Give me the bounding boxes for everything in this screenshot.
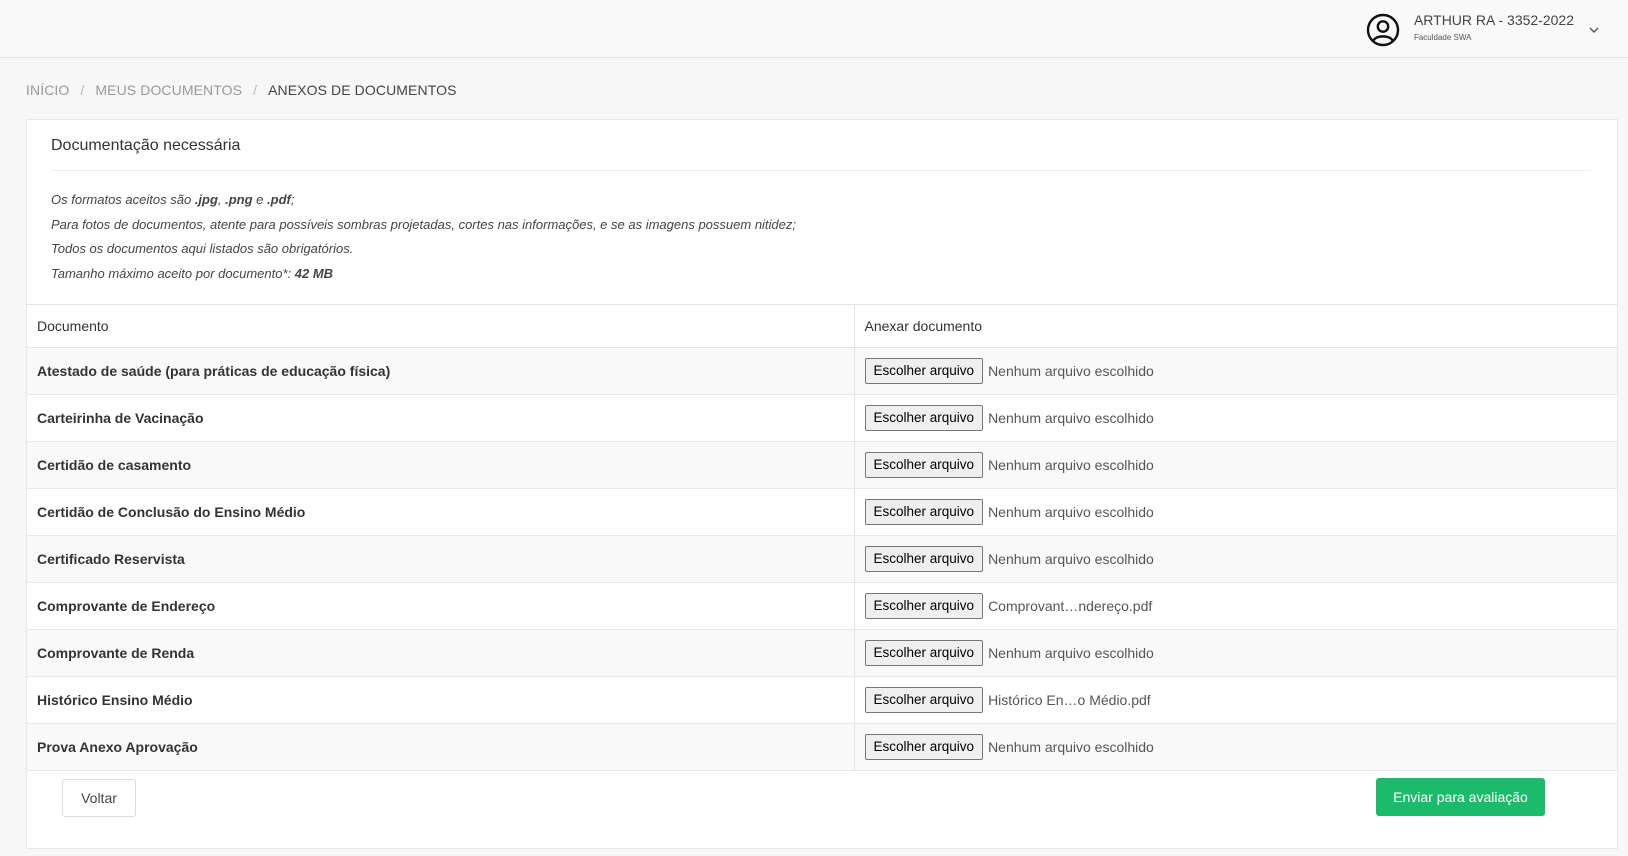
file-input[interactable]: Escolher arquivo Nenhum arquivo escolhido: [864, 640, 1608, 666]
file-input[interactable]: Escolher arquivo Nenhum arquivo escolhido: [864, 499, 1608, 525]
formats-text: Os formatos aceitos são: [51, 192, 195, 207]
table-row: Prova Anexo Aprovação Escolher arquivo Ne…: [27, 723, 1617, 771]
table-row: Certidão de casamento Escolher arquivo Ne…: [27, 441, 1617, 489]
file-name: Nenhum arquivo escolhido: [988, 504, 1154, 520]
choose-file-button[interactable]: Escolher arquivo: [864, 499, 984, 525]
document-name: Prova Anexo Aprovação: [27, 723, 855, 771]
breadcrumb: INÍCIO / MEUS DOCUMENTOS / ANEXOS DE DOC…: [26, 82, 457, 98]
file-input[interactable]: Escolher arquivo Histórico En…o Médio.pdf: [864, 687, 1608, 713]
format-pdf: .pdf: [267, 192, 291, 207]
formats-end: ;: [290, 192, 295, 207]
attach-cell: Escolher arquivo Nenhum arquivo escolhido: [854, 488, 1617, 536]
column-header-document: Documento: [27, 304, 855, 348]
file-input[interactable]: Escolher arquivo Comprovant…ndereço.pdf: [864, 593, 1608, 619]
file-input[interactable]: Escolher arquivo Nenhum arquivo escolhido: [864, 405, 1608, 431]
format-jpg: .jpg: [194, 192, 218, 207]
table-header-row: Documento Anexar documento: [27, 304, 1617, 348]
choose-file-button[interactable]: Escolher arquivo: [864, 452, 984, 478]
attach-cell: Escolher arquivo Histórico En…o Médio.pdf: [854, 676, 1617, 724]
file-input[interactable]: Escolher arquivo Nenhum arquivo escolhido: [864, 358, 1608, 384]
table-row: Certificado Reservista Escolher arquivo N…: [27, 535, 1617, 583]
choose-file-button[interactable]: Escolher arquivo: [864, 734, 984, 760]
choose-file-button[interactable]: Escolher arquivo: [864, 405, 984, 431]
breadcrumb-separator: /: [253, 82, 258, 98]
card-title: Documentação necessária: [51, 136, 1591, 171]
size-note: Tamanho máximo aceito por documento*: 42…: [51, 262, 1593, 287]
user-circle-icon: [1366, 13, 1400, 47]
table-row: Carteirinha de Vacinação Escolher arquiv…: [27, 394, 1617, 442]
documents-table: Documento Anexar documento Atestado de s…: [27, 304, 1617, 771]
user-menu[interactable]: ARTHUR RA - 3352-2022 Faculdade SWA: [1366, 10, 1600, 50]
file-name: Histórico En…o Médio.pdf: [988, 692, 1151, 708]
attach-cell: Escolher arquivo Comprovant…ndereço.pdf: [854, 582, 1617, 630]
attach-cell: Escolher arquivo Nenhum arquivo escolhido: [854, 723, 1617, 771]
document-name: Certificado Reservista: [27, 535, 855, 583]
table-row: Certidão de Conclusão do Ensino Médio Es…: [27, 488, 1617, 536]
file-name: Nenhum arquivo escolhido: [988, 363, 1154, 379]
back-button[interactable]: Voltar: [62, 779, 136, 817]
breadcrumb-separator: /: [80, 82, 85, 98]
attach-cell: Escolher arquivo Nenhum arquivo escolhido: [854, 347, 1617, 395]
breadcrumb-current: ANEXOS DE DOCUMENTOS: [268, 82, 457, 98]
breadcrumb-my-documents[interactable]: MEUS DOCUMENTOS: [95, 82, 242, 98]
required-note: Todos os documentos aqui listados são ob…: [51, 241, 354, 256]
user-meta: ARTHUR RA - 3352-2022 Faculdade SWA: [1414, 10, 1574, 42]
user-name: ARTHUR RA - 3352-2022: [1413, 12, 1574, 28]
formats-separator: e: [252, 192, 268, 207]
chevron-down-icon[interactable]: [1588, 24, 1600, 36]
file-name: Nenhum arquivo escolhido: [988, 739, 1154, 755]
file-name: Nenhum arquivo escolhido: [988, 551, 1154, 567]
size-text: Tamanho máximo aceito por documento*:: [51, 265, 295, 281]
file-name: Comprovant…ndereço.pdf: [988, 598, 1153, 614]
user-organization: Faculdade SWA: [1413, 33, 1472, 42]
file-name: Nenhum arquivo escolhido: [988, 645, 1154, 661]
document-name: Certidão de Conclusão do Ensino Médio: [27, 488, 855, 536]
document-name: Histórico Ensino Médio: [27, 676, 855, 724]
file-name: Nenhum arquivo escolhido: [988, 410, 1154, 426]
file-input[interactable]: Escolher arquivo Nenhum arquivo escolhido: [864, 546, 1608, 572]
table-row: Comprovante de Renda Escolher arquivo Nen…: [27, 629, 1617, 677]
choose-file-button[interactable]: Escolher arquivo: [864, 687, 984, 713]
choose-file-button[interactable]: Escolher arquivo: [864, 640, 984, 666]
attach-cell: Escolher arquivo Nenhum arquivo escolhido: [854, 441, 1617, 489]
column-header-attach: Anexar documento: [854, 304, 1617, 348]
breadcrumb-home[interactable]: INÍCIO: [26, 82, 69, 98]
submit-for-review-button[interactable]: Enviar para avaliação: [1376, 778, 1545, 816]
max-size: 42 MB: [294, 265, 334, 281]
attach-cell: Escolher arquivo Nenhum arquivo escolhido: [854, 394, 1617, 442]
table-row: Comprovante de Endereço Escolher arquivo…: [27, 582, 1617, 630]
table-row: Atestado de saúde (para práticas de educ…: [27, 347, 1617, 395]
document-name: Certidão de casamento: [27, 441, 855, 489]
file-input[interactable]: Escolher arquivo Nenhum arquivo escolhido: [864, 734, 1608, 760]
choose-file-button[interactable]: Escolher arquivo: [864, 546, 984, 572]
photo-note: Para fotos de documentos, atente para po…: [51, 216, 797, 232]
document-name: Carteirinha de Vacinação: [27, 394, 855, 442]
file-name: Nenhum arquivo escolhido: [988, 457, 1154, 473]
choose-file-button[interactable]: Escolher arquivo: [864, 593, 984, 619]
document-name: Atestado de saúde (para práticas de educ…: [27, 347, 855, 395]
format-png: .png: [225, 192, 253, 207]
document-name: Comprovante de Endereço: [27, 582, 855, 630]
documents-card: Documentação necessária Os formatos acei…: [26, 119, 1618, 849]
attach-cell: Escolher arquivo Nenhum arquivo escolhido: [854, 535, 1617, 583]
document-name: Comprovante de Renda: [27, 629, 855, 677]
instructions: Os formatos aceitos são .jpg, .png e .pd…: [51, 171, 1593, 286]
top-bar: ARTHUR RA - 3352-2022 Faculdade SWA: [0, 0, 1628, 58]
formats-note: Os formatos aceitos são .jpg, .png e .pd…: [51, 188, 1593, 213]
attach-cell: Escolher arquivo Nenhum arquivo escolhido: [854, 629, 1617, 677]
choose-file-button[interactable]: Escolher arquivo: [864, 358, 984, 384]
file-input[interactable]: Escolher arquivo Nenhum arquivo escolhido: [864, 452, 1608, 478]
card-header: Documentação necessária Os formatos acei…: [27, 120, 1617, 286]
table-row: Histórico Ensino Médio Escolher arquivo H…: [27, 676, 1617, 724]
